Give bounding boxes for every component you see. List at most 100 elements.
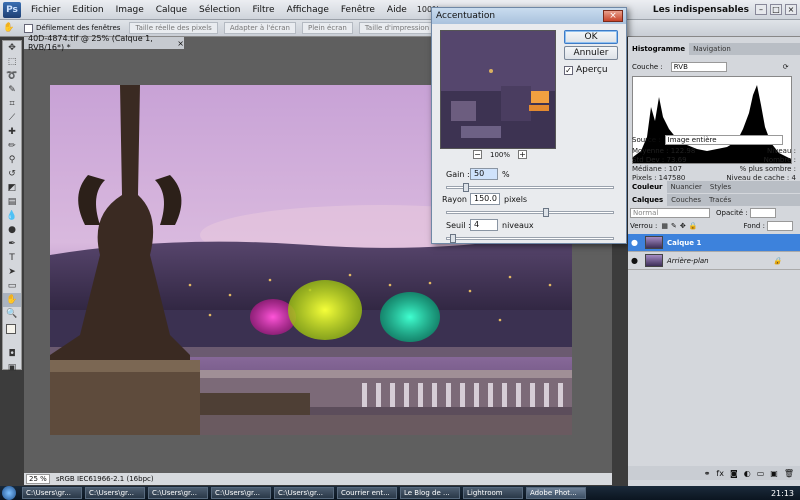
path-selection-tool-icon[interactable]: ➤ [3,265,21,279]
gain-input[interactable]: 50 [470,168,498,180]
layer-row[interactable]: ● Calque 1 [628,234,800,252]
seuil-input[interactable]: 4 [470,219,498,231]
healing-brush-tool-icon[interactable]: ✚ [3,125,21,139]
blur-tool-icon[interactable]: 💧 [3,209,21,223]
gain-slider[interactable] [446,183,614,192]
new-layer-icon[interactable]: ▣ [770,469,778,478]
fit-screen-button[interactable]: Adapter à l'écran [223,22,296,34]
layer-style-icon[interactable]: fx [716,469,724,478]
type-tool-icon[interactable]: T [3,251,21,265]
maximize-icon[interactable]: □ [770,4,782,15]
close-document-icon[interactable]: × [177,39,184,48]
hand-tool-icon[interactable]: ✋ [3,293,21,307]
lock-pixels-icon[interactable]: ✎ [671,222,677,230]
close-icon[interactable]: × [785,4,797,15]
hand-tool-icon[interactable]: ✋ [0,21,18,35]
minimize-icon[interactable]: – [755,4,767,15]
workspace-switcher[interactable]: Les indispensables [653,5,749,15]
fill-screen-button[interactable]: Plein écran [301,22,353,34]
clone-stamp-tool-icon[interactable]: ⚲ [3,153,21,167]
marquee-tool-icon[interactable]: ⬚ [3,55,21,69]
menu-edition[interactable]: Edition [66,5,109,15]
dialog-titlebar[interactable]: Accentuation × [432,8,626,24]
dialog-close-icon[interactable]: × [603,10,623,22]
zoom-field[interactable]: 25 % [26,474,50,484]
document-tab[interactable]: 40D-4874.tif @ 25% (Calque 1, RVB/16*) *… [24,34,184,52]
eye-icon[interactable]: ● [631,256,641,265]
history-brush-tool-icon[interactable]: ↺ [3,167,21,181]
scroll-all-windows-checkbox[interactable] [24,23,33,33]
trash-icon[interactable]: 🗑 [784,469,794,478]
taskbar-item[interactable]: C:\Users\gr... [85,487,145,499]
preview-checkbox[interactable]: ✓ [564,65,573,75]
source-select[interactable]: Image entière [664,135,783,145]
brush-tool-icon[interactable]: ✏ [3,139,21,153]
tab-histogramme[interactable]: Histogramme [628,43,690,55]
shape-tool-icon[interactable]: ▭ [3,279,21,293]
menu-fichier[interactable]: Fichier [25,5,66,15]
seuil-slider[interactable] [446,234,614,243]
menu-image[interactable]: Image [110,5,150,15]
channel-select[interactable]: RVB [670,62,727,72]
taskbar-item[interactable]: C:\Users\gr... [148,487,208,499]
taskbar-item[interactable]: C:\Users\gr... [274,487,334,499]
preview-toggle[interactable]: ✓ Aperçu [564,65,608,75]
link-layers-icon[interactable]: ⚭ [704,469,711,478]
menu-calque[interactable]: Calque [150,5,193,15]
rayon-slider-thumb[interactable] [543,208,549,217]
tab-traces[interactable]: Tracés [705,194,735,206]
fill-field[interactable] [766,221,793,231]
tab-navigation[interactable]: Navigation [689,43,735,55]
group-icon[interactable]: ▭ [757,469,765,478]
menu-fenetre[interactable]: Fenêtre [335,5,381,15]
gain-slider-thumb[interactable] [463,183,469,192]
eraser-tool-icon[interactable]: ◩ [3,181,21,195]
filter-preview[interactable] [440,30,556,149]
menu-filtre[interactable]: Filtre [247,5,281,15]
rayon-slider[interactable] [446,208,614,217]
actual-pixels-button[interactable]: Taille réelle des pixels [129,22,218,34]
taskbar-item[interactable]: C:\Users\gr... [211,487,271,499]
mask-icon[interactable]: ◙ [730,469,738,478]
layer-row[interactable]: ● Arrière-plan 🔒 [628,252,800,270]
lock-transparency-icon[interactable]: ▦ [661,222,668,230]
quick-selection-tool-icon[interactable]: ✎ [3,83,21,97]
eyedropper-tool-icon[interactable]: ⟋ [3,111,21,125]
foreground-color-swatch[interactable] [6,324,16,334]
cancel-button[interactable]: Annuler [564,46,618,60]
menu-selection[interactable]: Sélection [193,5,246,15]
tab-couleur[interactable]: Couleur [628,181,667,193]
tab-couches[interactable]: Couches [667,194,705,206]
lasso-tool-icon[interactable]: ➰ [3,69,21,83]
quick-mask-icon[interactable]: ◘ [3,347,21,361]
tab-nuancier[interactable]: Nuancier [667,181,706,193]
dodge-tool-icon[interactable]: ● [3,223,21,237]
taskbar-item[interactable]: Courrier ent... [337,487,397,499]
taskbar-item[interactable]: Lightroom [463,487,523,499]
refresh-icon[interactable]: ⟳ [783,63,789,71]
lock-position-icon[interactable]: ✥ [680,222,686,230]
zoom-tool-icon[interactable]: 🔍 [3,307,21,321]
print-size-button[interactable]: Taille d'impression [358,22,436,34]
crop-tool-icon[interactable]: ⌗ [3,97,21,111]
lock-all-icon[interactable]: 🔒 [689,222,698,230]
ok-button[interactable]: OK [564,30,618,44]
pen-tool-icon[interactable]: ✒ [3,237,21,251]
taskbar-item[interactable]: Le Blog de ... [400,487,460,499]
start-button[interactable] [2,486,16,500]
screen-mode-icon[interactable]: ▣ [3,361,21,375]
eye-icon[interactable]: ● [631,238,641,247]
zoom-out-icon[interactable]: − [473,150,482,159]
rayon-input[interactable]: 150.0 [470,193,500,205]
tab-calques[interactable]: Calques [628,194,668,206]
menu-affichage[interactable]: Affichage [281,5,335,15]
move-tool-icon[interactable]: ✥ [3,41,21,55]
seuil-slider-thumb[interactable] [450,234,456,243]
menu-aide[interactable]: Aide [381,5,413,15]
gradient-tool-icon[interactable]: ▤ [3,195,21,209]
taskbar-item[interactable]: Adobe Phot... [526,487,586,499]
adjustment-layer-icon[interactable]: ◐ [744,469,751,478]
color-swatches[interactable] [3,321,21,347]
opacity-field[interactable] [749,208,776,218]
zoom-in-icon[interactable]: + [518,150,527,159]
